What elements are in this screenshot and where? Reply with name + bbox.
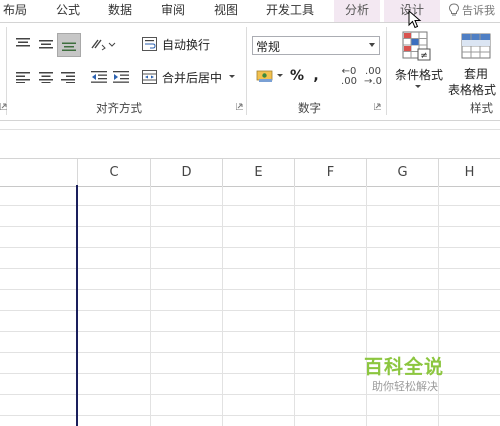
column-header-b[interactable] [0,159,78,186]
orientation-button[interactable] [87,34,119,54]
watermark-subtitle: 助你轻松解决 [372,380,438,393]
percent-style-button[interactable]: % [288,66,306,86]
comma-label: , [313,68,319,84]
merge-center-label: 合并后居中 [162,70,223,85]
tab-data[interactable]: 数据 [100,0,140,22]
group-separator [6,27,7,115]
tab-page-layout[interactable]: 布局 [0,0,30,22]
align-center-icon [39,72,53,83]
align-bottom-button[interactable] [57,33,81,57]
wrap-text-button[interactable]: 自动换行 [142,34,218,54]
watermark-title: 百科全说 [364,356,445,378]
ribbon-tab-bar: 布局 公式 数据 审阅 视图 开发工具 分析 设计 告诉我 [0,0,500,23]
number-group-label: 数字 [298,101,321,115]
merge-center-button[interactable]: 合并后居中 [142,67,242,87]
row-gridline [0,247,500,248]
align-middle-icon [39,40,53,49]
group-separator [246,27,247,115]
increase-indent-button[interactable] [110,67,132,87]
dialog-launcher-icon[interactable] [0,103,7,110]
row-gridline [0,268,500,269]
align-center-button[interactable] [35,67,57,87]
percent-label: % [289,68,305,84]
column-gridline [222,186,223,426]
tell-me-search[interactable]: 告诉我 [448,0,495,22]
watermark: 百科全说 助你轻松解决 [348,347,466,399]
tab-developer[interactable]: 开发工具 [258,0,322,22]
conditional-format-button[interactable]: ≠ 条件格式 [393,26,443,96]
mouse-pointer-icon [408,10,422,29]
chevron-down-icon [369,43,375,47]
align-left-button[interactable] [12,67,34,87]
row-gridline [0,331,500,332]
column-gridline [150,186,151,426]
column-header-d[interactable]: D [151,159,223,186]
tell-me-label: 告诉我 [462,4,495,17]
chevron-down-icon [229,75,236,78]
column-header-c[interactable]: C [78,159,151,186]
decrease-decimal-bottom: →.0 [364,76,382,87]
column-gridline [294,186,295,426]
merge-cells-icon [142,70,157,84]
format-as-table-label-1: 套用 [464,67,489,81]
alignment-group-label: 对齐方式 [96,101,142,115]
row-gridline [0,415,500,416]
conditional-format-label: 条件格式 [395,68,444,82]
dialog-launcher-icon[interactable] [236,103,243,110]
column-border-line [76,185,78,426]
align-right-icon [61,72,75,83]
format-as-table-button[interactable]: 套用 表格格式 [446,26,500,97]
format-as-table-label-2: 表格格式 [448,83,497,97]
formula-bar-divider [0,129,500,130]
group-separator [386,27,387,115]
wrap-text-icon [142,37,157,51]
increase-decimal-bottom: .00 [341,76,357,87]
column-header-e[interactable]: E [223,159,295,186]
align-middle-button[interactable] [35,34,57,54]
decrease-indent-button[interactable] [88,67,110,87]
tab-formulas[interactable]: 公式 [48,0,88,22]
decrease-decimal-button[interactable]: .00 →.0 [362,65,384,89]
align-top-button[interactable] [12,34,34,54]
conditional-format-icon: ≠ [402,31,431,61]
increase-decimal-button[interactable]: ←0 .00 [338,65,360,89]
lightbulb-icon [448,3,460,16]
formula-bar-area [0,121,500,157]
wrap-text-label: 自动换行 [162,37,211,52]
decrease-indent-icon [91,71,107,83]
text-orientation-icon [91,39,116,51]
increase-indent-icon [113,71,129,83]
tab-view[interactable]: 视图 [206,0,246,22]
tab-review[interactable]: 审阅 [153,0,193,22]
currency-icon [256,70,283,82]
align-top-icon [16,38,30,47]
align-bottom-icon [62,42,76,51]
row-gridline [0,226,500,227]
dialog-launcher-icon[interactable] [374,103,381,110]
row-gridline [0,205,500,206]
align-right-button[interactable] [57,67,79,87]
row-gridline [0,310,500,311]
column-header-h[interactable]: H [439,159,500,186]
column-header-f[interactable]: F [295,159,367,186]
align-left-icon [16,72,30,83]
accounting-format-button[interactable] [254,66,286,86]
tab-analyze[interactable]: 分析 [334,0,380,22]
ribbon: 自动换行 合并后居中 对齐方式 常规 % , ←0 .00 .00 →.0 数字… [0,23,500,121]
row-gridline [0,289,500,290]
column-header-row: C D E F G H [0,158,500,187]
styles-group-label: 样式 [470,101,493,115]
number-format-dropdown[interactable]: 常规 [252,36,380,55]
comma-style-button[interactable]: , [309,66,323,86]
table-style-icon [461,33,491,59]
column-header-g[interactable]: G [367,159,439,186]
svg-text:≠: ≠ [420,51,428,61]
number-format-value: 常规 [256,40,281,54]
chevron-down-icon [415,85,421,88]
